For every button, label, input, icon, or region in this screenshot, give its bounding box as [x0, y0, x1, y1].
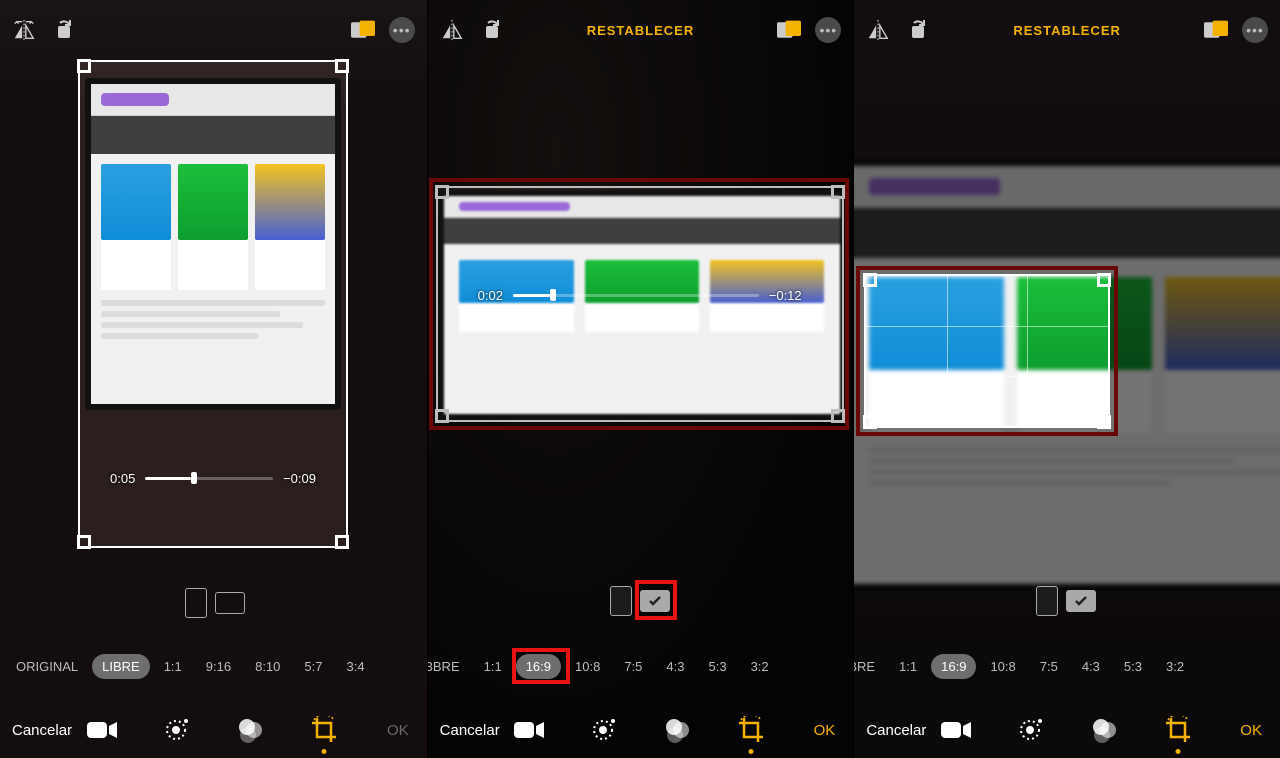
ratio-5-7[interactable]: 5:7: [294, 654, 332, 679]
crop-tool-icon[interactable]: [733, 712, 769, 748]
cancel-button[interactable]: Cancelar: [440, 722, 500, 739]
more-icon[interactable]: •••: [815, 17, 841, 43]
aspect-presets-icon[interactable]: [351, 18, 375, 42]
orientation-portrait[interactable]: [610, 586, 632, 616]
ratio-libre[interactable]: LIBRE: [92, 654, 150, 679]
editor-panel-3: RESTABLECER ••• BRE 1:1 16:9 10:8 7:5 4:…: [853, 0, 1280, 758]
flip-icon[interactable]: [12, 18, 36, 42]
ratio-3-2[interactable]: 3:2: [1156, 654, 1194, 679]
ratio-libre-cut[interactable]: BRE: [854, 654, 885, 679]
video-scrubber[interactable]: [145, 477, 273, 480]
ratio-7-5[interactable]: 7:5: [1030, 654, 1068, 679]
rotate-icon[interactable]: [52, 18, 76, 42]
scrub-remaining: −0:09: [283, 471, 316, 486]
more-icon[interactable]: •••: [389, 17, 415, 43]
ok-button[interactable]: OK: [387, 722, 409, 739]
ratio-16-9[interactable]: 16:9: [931, 654, 976, 679]
crop-tool-icon[interactable]: [306, 712, 342, 748]
ratio-5-3[interactable]: 5:3: [1114, 654, 1152, 679]
flip-icon[interactable]: [440, 18, 464, 42]
aspect-presets-icon[interactable]: [777, 18, 801, 42]
reset-button[interactable]: RESTABLECER: [587, 23, 695, 38]
ratio-1-1[interactable]: 1:1: [474, 654, 512, 679]
filters-tool-icon[interactable]: [1086, 712, 1122, 748]
ok-button[interactable]: OK: [1240, 722, 1262, 739]
orientation-portrait[interactable]: [1036, 586, 1058, 616]
ratio-4-3[interactable]: 4:3: [656, 654, 694, 679]
tutorial-highlight-orientation: [635, 580, 677, 620]
rotate-icon[interactable]: [906, 18, 930, 42]
ratio-8-10[interactable]: 8:10: [245, 654, 290, 679]
orientation-landscape[interactable]: [215, 592, 245, 614]
crop-frame[interactable]: 0:02 −0:12: [436, 186, 844, 422]
cancel-button[interactable]: Cancelar: [866, 722, 926, 739]
flip-icon[interactable]: [866, 18, 890, 42]
video-tool-icon[interactable]: [938, 712, 974, 748]
adjust-tool-icon[interactable]: [1012, 712, 1048, 748]
crop-frame[interactable]: [864, 274, 1110, 428]
crop-tool-icon[interactable]: [1160, 712, 1196, 748]
ok-button[interactable]: OK: [814, 722, 836, 739]
rotate-icon[interactable]: [480, 18, 504, 42]
scrub-remaining: −0:12: [769, 288, 802, 303]
aspect-presets-icon[interactable]: [1204, 18, 1228, 42]
editor-panel-1: 0:05 −0:09 •••: [0, 0, 427, 758]
ratio-9-16[interactable]: 9:16: [196, 654, 241, 679]
ratio-7-5[interactable]: 7:5: [614, 654, 652, 679]
crop-frame[interactable]: 0:05 −0:09: [78, 60, 348, 548]
adjust-tool-icon[interactable]: [585, 712, 621, 748]
ratio-1-1[interactable]: 1:1: [889, 654, 927, 679]
reset-button[interactable]: RESTABLECER: [1013, 23, 1121, 38]
video-scrubber[interactable]: [513, 294, 759, 297]
ratio-libre-cut[interactable]: 3BRE: [428, 654, 470, 679]
video-tool-icon[interactable]: [511, 712, 547, 748]
more-icon[interactable]: •••: [1242, 17, 1268, 43]
ratio-original[interactable]: ORIGINAL: [6, 654, 88, 679]
filters-tool-icon[interactable]: [659, 712, 695, 748]
ratio-4-3[interactable]: 4:3: [1072, 654, 1110, 679]
tutorial-highlight-ratio: [512, 648, 570, 684]
ratio-5-3[interactable]: 5:3: [698, 654, 736, 679]
video-tool-icon[interactable]: [84, 712, 120, 748]
scrub-elapsed: 0:02: [478, 288, 503, 303]
orientation-landscape[interactable]: [1066, 590, 1096, 612]
ratio-10-8[interactable]: 10:8: [565, 654, 610, 679]
orientation-portrait[interactable]: [185, 588, 207, 618]
ratio-10-8[interactable]: 10:8: [980, 654, 1025, 679]
adjust-tool-icon[interactable]: [158, 712, 194, 748]
ratio-3-4[interactable]: 3:4: [336, 654, 374, 679]
scrub-elapsed: 0:05: [110, 471, 135, 486]
ratio-3-2[interactable]: 3:2: [741, 654, 779, 679]
ratio-1-1[interactable]: 1:1: [154, 654, 192, 679]
cancel-button[interactable]: Cancelar: [12, 722, 72, 739]
filters-tool-icon[interactable]: [232, 712, 268, 748]
editor-panel-2: 0:02 −0:12 RESTABLECER •••: [427, 0, 854, 758]
